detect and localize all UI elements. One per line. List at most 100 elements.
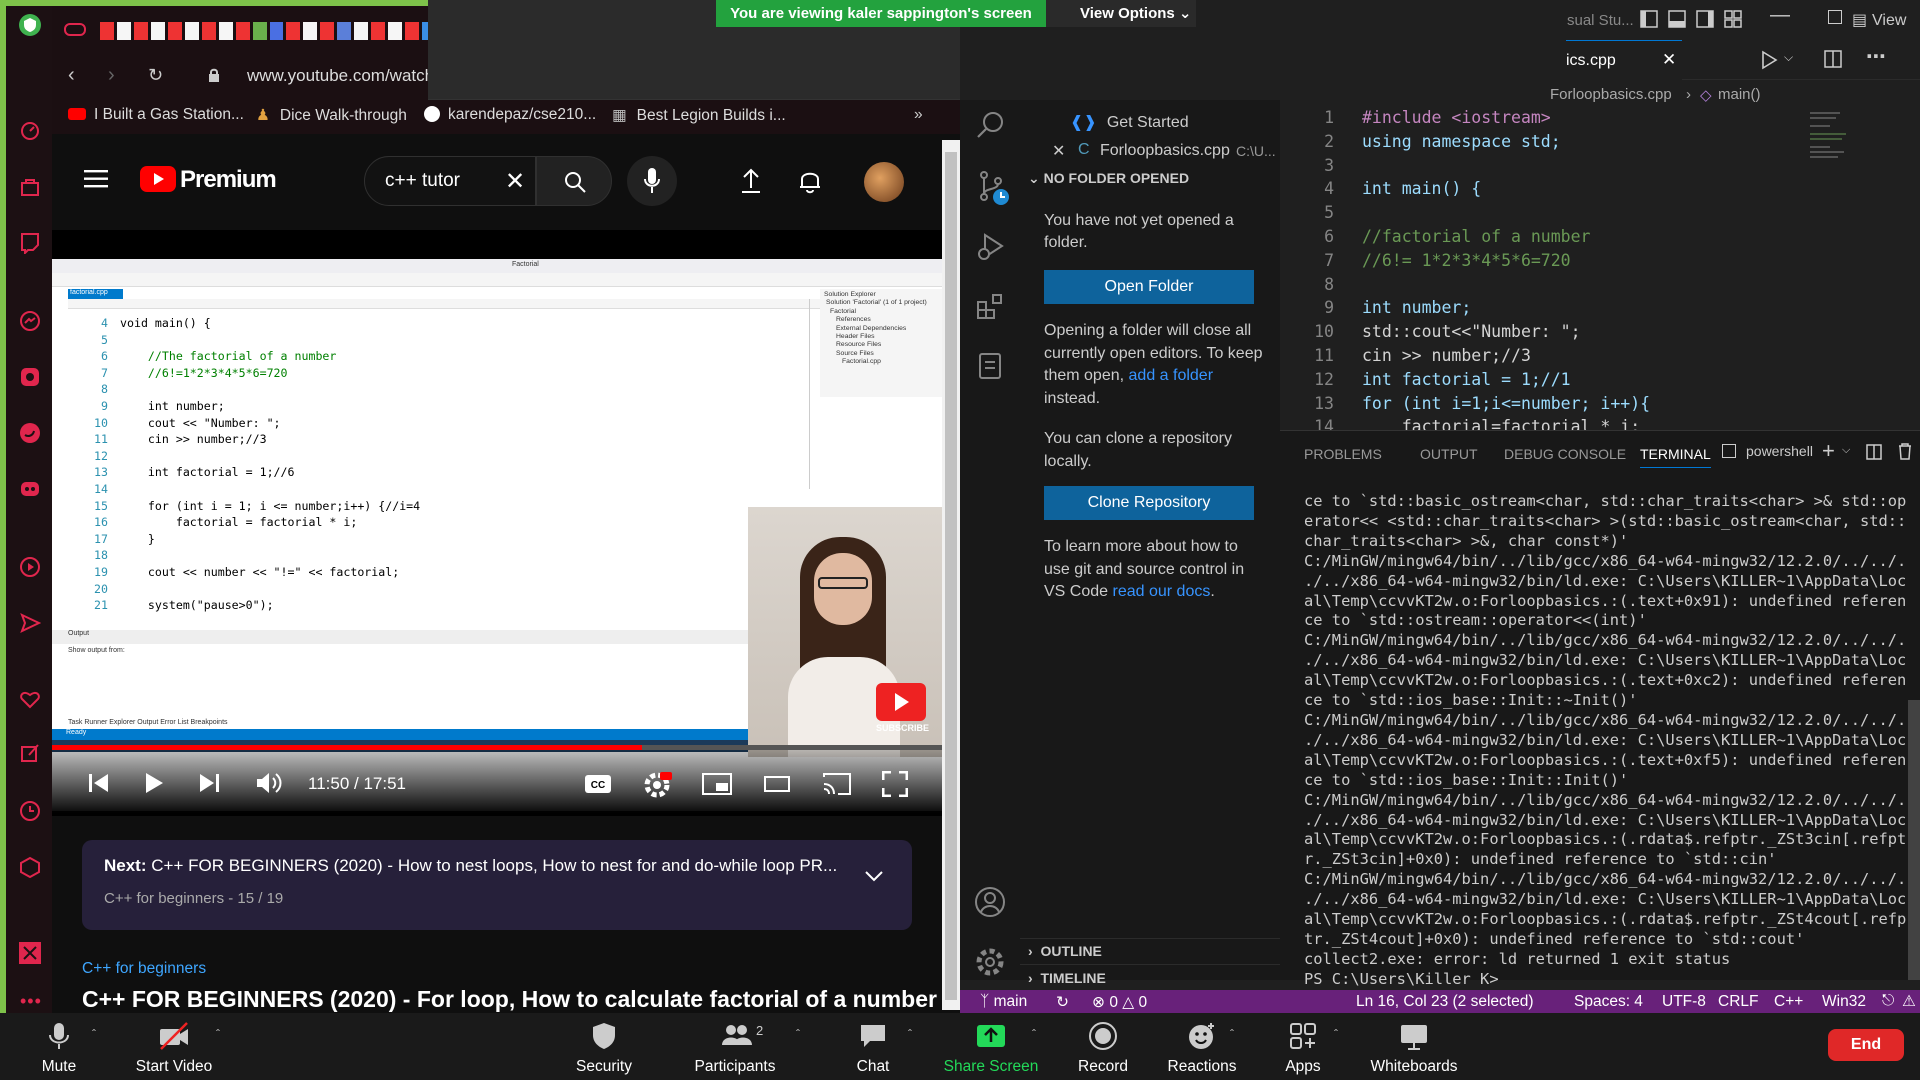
tab-favicon[interactable] [303, 22, 318, 40]
next-icon[interactable] [198, 772, 220, 794]
open-editor-get-started[interactable]: ❰❱ Get Started [1070, 112, 1189, 132]
scrollbar-thumb[interactable] [945, 152, 957, 1000]
gamepad-icon[interactable] [64, 20, 86, 38]
indentation[interactable]: Spaces: 4 [1574, 993, 1643, 1011]
menu-icon[interactable] [84, 170, 108, 188]
tab-favicon[interactable] [371, 22, 386, 40]
panel-tab-output[interactable]: OUTPUT [1420, 446, 1478, 462]
url-field[interactable]: www.youtube.com/watch [247, 66, 434, 86]
layout-sidebar-icon[interactable] [1640, 10, 1658, 28]
apps-caret-icon[interactable]: ˆ [1334, 1027, 1338, 1041]
tab-favicon[interactable] [201, 22, 216, 40]
video-options-caret-icon[interactable]: ˆ [216, 1027, 220, 1041]
audio-options-caret-icon[interactable]: ˆ [92, 1027, 96, 1041]
maximize-icon[interactable] [1828, 10, 1842, 24]
panel-tab-debug-console[interactable]: DEBUG CONSOLE [1504, 446, 1626, 462]
more-icon[interactable]: ••• [20, 991, 42, 1012]
outline-section[interactable]: › OUTLINE [1028, 943, 1102, 959]
apps-button[interactable]: Apps [1270, 1013, 1336, 1080]
manage-gear-icon[interactable] [974, 946, 1006, 978]
problems-indicator[interactable]: ⊗ 0 △ 0 [1092, 993, 1147, 1012]
tab-favicon[interactable] [167, 22, 182, 40]
instagram-icon[interactable] [19, 366, 41, 388]
participants-button[interactable]: 2 Participants [690, 1013, 780, 1080]
start-video-button[interactable]: Start Video [128, 1013, 220, 1080]
add-folder-link[interactable]: add a folder [1129, 367, 1214, 384]
vpn-shield-icon[interactable] [19, 14, 41, 36]
gx-settings-icon[interactable] [19, 942, 41, 964]
tab-favicon[interactable] [235, 22, 250, 40]
read-docs-link[interactable]: read our docs [1113, 583, 1211, 600]
twitch-icon[interactable] [19, 232, 41, 254]
voice-search-button[interactable] [627, 156, 677, 206]
volume-icon[interactable] [256, 771, 282, 795]
remote-explorer-icon[interactable] [978, 352, 1004, 380]
sync-icon[interactable]: ↻ [1056, 993, 1069, 1012]
run-and-debug-icon[interactable] [976, 232, 1006, 262]
line-endings[interactable]: CRLF [1718, 993, 1758, 1011]
tab-favicon[interactable] [218, 22, 233, 40]
tab-favicon[interactable] [116, 22, 131, 40]
share-screen-button[interactable]: Share Screen [940, 1013, 1042, 1080]
youtube-logo-icon[interactable] [140, 166, 176, 192]
notifications-icon[interactable] [798, 168, 822, 194]
breadcrumb-file[interactable]: Forloopbasics.cpp [1550, 86, 1672, 103]
tab-favicon[interactable] [150, 22, 165, 40]
new-terminal-icon[interactable]: + [1822, 438, 1835, 464]
history-icon[interactable] [19, 800, 41, 822]
expand-playlist-icon[interactable] [864, 870, 884, 882]
tab-favicon[interactable] [405, 22, 420, 40]
next-video-title[interactable]: C++ FOR BEGINNERS (2020) - How to nest l… [151, 856, 837, 875]
search-icon[interactable] [976, 110, 1006, 140]
cursor-position[interactable]: Ln 16, Col 23 (2 selected) [1356, 993, 1534, 1011]
tab-favicon[interactable] [269, 22, 284, 40]
bookmark-item[interactable]: ♟ Dice Walk-through [256, 106, 407, 125]
more-bookmarks-icon[interactable]: » [914, 106, 923, 124]
branch-indicator[interactable]: ᛉ main [980, 993, 1027, 1011]
bag-icon[interactable] [19, 176, 41, 198]
terminal-scrollbar[interactable] [1908, 700, 1920, 980]
bookmark-item[interactable]: karendepaz/cse210... [424, 106, 596, 124]
back-icon[interactable]: ‹ [68, 64, 75, 87]
edit-icon[interactable] [19, 742, 41, 764]
customize-layout-icon[interactable] [1724, 10, 1742, 28]
search-box[interactable]: c++ tutor ✕ [364, 156, 536, 206]
panel-tab-terminal[interactable]: TERMINAL [1640, 446, 1711, 468]
forward-icon[interactable]: › [108, 64, 115, 87]
fullscreen-icon[interactable] [882, 771, 908, 797]
terminal-shell-selector[interactable]: powershell [1722, 443, 1813, 459]
run-dropdown-icon[interactable]: ⌵ [1784, 50, 1793, 65]
tab-favicon[interactable] [286, 22, 301, 40]
mute-button[interactable]: Mute [26, 1013, 92, 1080]
minimap[interactable] [1808, 108, 1868, 188]
tab-favicon[interactable] [133, 22, 148, 40]
open-editor-file[interactable]: ✕ C Forloopbasics.cpp C:\U... [1020, 138, 1280, 166]
close-tab-icon[interactable]: ✕ [1662, 50, 1676, 70]
up-next-card[interactable]: Next: C++ FOR BEGINNERS (2020) - How to … [82, 840, 912, 930]
participants-caret-icon[interactable]: ˆ [796, 1027, 800, 1041]
video-player[interactable]: Factorial factorial.cpp 4 void main() {5 6… [52, 259, 942, 811]
discord-icon[interactable] [19, 478, 41, 500]
tab-strip[interactable] [100, 22, 470, 44]
security-button[interactable]: Security [568, 1013, 640, 1080]
split-terminal-icon[interactable] [1866, 444, 1882, 460]
layout-secondary-icon[interactable] [1696, 10, 1714, 28]
close-editor-icon[interactable]: ✕ [1052, 141, 1065, 161]
record-button[interactable]: Record [1066, 1013, 1140, 1080]
chat-button[interactable]: Chat [840, 1013, 906, 1080]
tab-favicon[interactable] [354, 22, 369, 40]
layout-panel-icon[interactable] [1668, 10, 1686, 28]
terminal-dropdown-icon[interactable]: ⌵ [1842, 444, 1850, 457]
chat-caret-icon[interactable]: ˆ [908, 1027, 912, 1041]
tab-favicon[interactable] [388, 22, 403, 40]
tab-favicon[interactable] [100, 22, 114, 40]
upload-icon[interactable] [740, 168, 762, 194]
search-button[interactable] [536, 156, 612, 206]
send-icon[interactable] [19, 612, 41, 634]
code-editor[interactable]: 1 #include <iostream> 2 using namespace std… [1280, 106, 1920, 430]
tab-favicon[interactable] [184, 22, 199, 40]
split-editor-icon[interactable] [1824, 50, 1842, 68]
run-debug-icon[interactable] [1760, 50, 1782, 70]
language-mode[interactable]: C++ [1774, 993, 1803, 1011]
encoding[interactable]: UTF-8 [1662, 993, 1706, 1011]
